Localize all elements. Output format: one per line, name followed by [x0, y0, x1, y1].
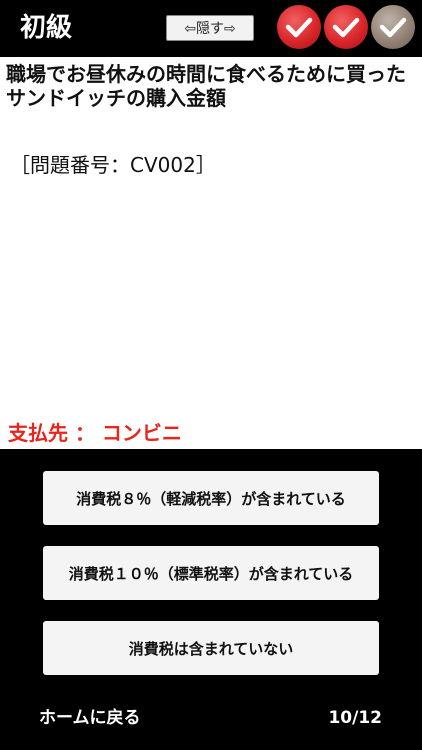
question-number: ［問題番号：CV002］ — [10, 153, 216, 177]
level-title: 初級 — [20, 13, 73, 43]
answer-button-no-tax[interactable]: 消費税は含まれていない — [43, 621, 379, 675]
question-text: 職場でお昼休みの時間に食べるために買ったサンドイッチの購入金額 — [6, 62, 406, 110]
result-indicators — [277, 5, 415, 49]
home-button[interactable]: ホームに戻る — [39, 706, 141, 730]
answer-button-standard-rate[interactable]: 消費税１０％（標準税率）が含まれている — [43, 546, 379, 600]
check-icon — [324, 5, 368, 49]
check-icon — [371, 5, 415, 49]
question-panel: 職場でお昼休みの時間に食べるために買ったサンドイッチの購入金額 ［問題番号：CV… — [0, 57, 422, 449]
hide-button[interactable]: ⇦隠す⇨ — [166, 15, 254, 41]
payee-label: 支払先 ： コンビニ — [8, 421, 182, 445]
header-bar: 初級 ⇦隠す⇨ — [0, 0, 422, 57]
check-icon — [277, 5, 321, 49]
progress-counter: 10/12 — [328, 708, 382, 728]
answer-button-reduced-rate[interactable]: 消費税８％（軽減税率）が含まれている — [43, 471, 379, 525]
